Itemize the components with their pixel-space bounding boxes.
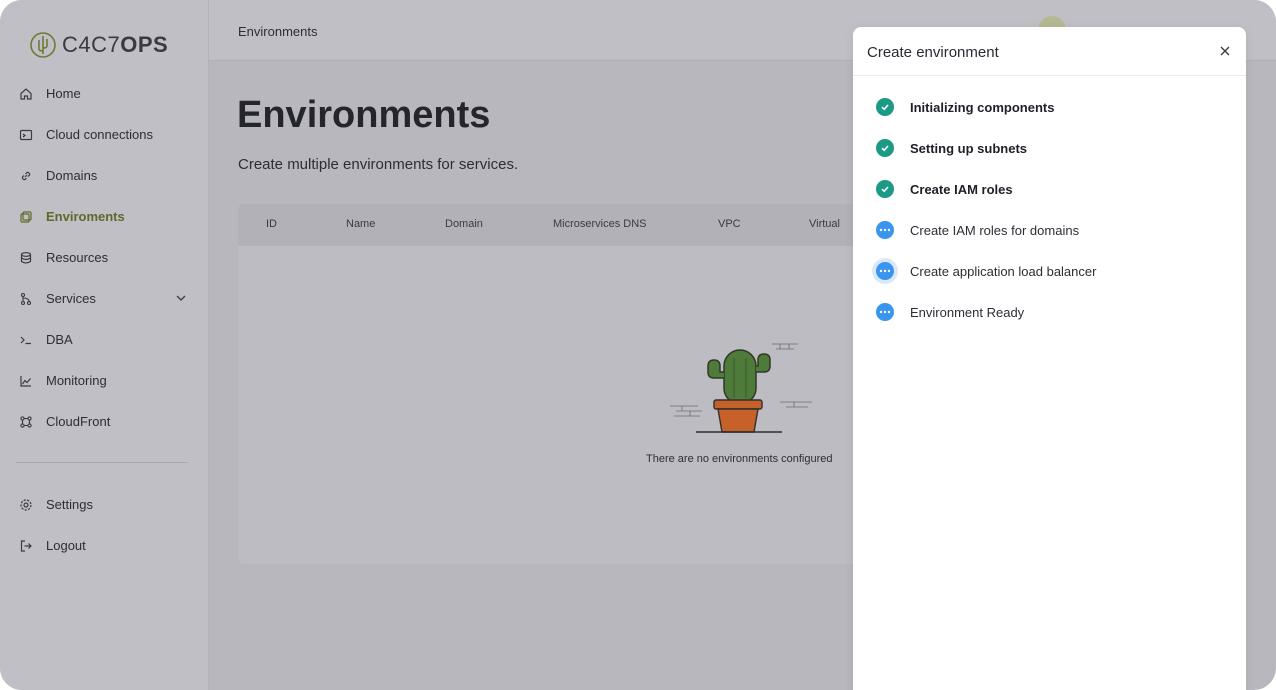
sidebar-item-cloudfront[interactable]: CloudFront bbox=[0, 401, 209, 442]
sidebar-item-logout[interactable]: Logout bbox=[0, 525, 209, 566]
chart-line-icon bbox=[18, 373, 34, 389]
chevron-down-icon[interactable] bbox=[175, 292, 187, 307]
sidebar-item-label: Home bbox=[46, 86, 81, 101]
sidebar-item-label: Services bbox=[46, 291, 96, 306]
git-branch-icon bbox=[18, 291, 34, 307]
breadcrumb: Environments bbox=[238, 24, 318, 39]
step-label: Environment Ready bbox=[910, 305, 1025, 320]
sidebar-item-enviroments[interactable]: Enviroments bbox=[0, 196, 209, 237]
ellipsis-icon bbox=[876, 221, 894, 239]
database-icon bbox=[18, 250, 34, 266]
step-label: Initializing components bbox=[910, 100, 1055, 115]
step-setting-up-subnets: Setting up subnets bbox=[853, 128, 1246, 169]
logo[interactable]: C4C7OPS bbox=[28, 30, 168, 60]
page-subtitle: Create multiple environments for service… bbox=[238, 156, 519, 173]
check-icon bbox=[876, 98, 894, 116]
logout-icon bbox=[18, 538, 34, 554]
step-label: Create IAM roles bbox=[910, 182, 1013, 197]
column-header-domain[interactable]: Domain bbox=[445, 218, 483, 230]
gear-icon bbox=[18, 497, 34, 513]
step-label: Setting up subnets bbox=[910, 141, 1027, 156]
app-window: C4C7OPS Home Cloud connections Domains E… bbox=[0, 0, 1276, 690]
check-icon bbox=[876, 180, 894, 198]
step-create-iam-roles-for-domains: Create IAM roles for domains bbox=[853, 210, 1246, 251]
prompt-icon bbox=[18, 332, 34, 348]
step-create-iam-roles: Create IAM roles bbox=[853, 169, 1246, 210]
check-icon bbox=[876, 139, 894, 157]
sidebar-item-monitoring[interactable]: Monitoring bbox=[0, 360, 209, 401]
sidebar-item-label: Settings bbox=[46, 497, 93, 512]
copy-icon bbox=[18, 209, 34, 225]
sidebar-item-settings[interactable]: Settings bbox=[0, 484, 209, 525]
create-environment-drawer: Create environment Initializing componen… bbox=[853, 27, 1246, 690]
drawer-title: Create environment bbox=[867, 44, 999, 61]
ellipsis-icon bbox=[876, 262, 894, 280]
column-header-microservices-dns[interactable]: Microservices DNS bbox=[553, 218, 647, 230]
close-icon[interactable] bbox=[1218, 44, 1232, 58]
sidebar: C4C7OPS Home Cloud connections Domains E… bbox=[0, 0, 209, 690]
sidebar-divider bbox=[16, 462, 188, 463]
step-initializing-components: Initializing components bbox=[853, 87, 1246, 128]
column-header-id[interactable]: ID bbox=[266, 218, 277, 230]
sidebar-item-dba[interactable]: DBA bbox=[0, 319, 209, 360]
sidebar-item-label: Resources bbox=[46, 250, 109, 265]
step-label: Create application load balancer bbox=[910, 264, 1097, 279]
step-environment-ready: Environment Ready bbox=[853, 292, 1246, 333]
step-label: Create IAM roles for domains bbox=[910, 223, 1080, 238]
empty-cactus-illustration bbox=[670, 343, 812, 433]
sidebar-item-resources[interactable]: Resources bbox=[0, 237, 209, 278]
cactus-logo-icon bbox=[30, 32, 56, 58]
sidebar-item-home[interactable]: Home bbox=[0, 73, 209, 114]
drawer-header: Create environment bbox=[853, 27, 1246, 76]
column-header-vpc[interactable]: VPC bbox=[718, 218, 741, 230]
column-header-name[interactable]: Name bbox=[346, 218, 375, 230]
sidebar-item-label: Enviroments bbox=[46, 209, 125, 224]
sidebar-nav: Home Cloud connections Domains Enviromen… bbox=[0, 73, 209, 442]
column-header-virtual[interactable]: Virtual bbox=[809, 218, 840, 230]
home-icon bbox=[18, 86, 34, 102]
nodes-icon bbox=[18, 414, 34, 430]
ellipsis-icon bbox=[876, 303, 894, 321]
terminal-window-icon bbox=[18, 127, 34, 143]
link-icon bbox=[18, 168, 34, 184]
sidebar-bottom-nav: Settings Logout bbox=[0, 484, 209, 566]
sidebar-item-label: CloudFront bbox=[46, 414, 111, 429]
sidebar-item-services[interactable]: Services bbox=[0, 278, 209, 319]
logo-text: C4C7OPS bbox=[62, 32, 169, 57]
page-title: Environments bbox=[237, 94, 491, 136]
sidebar-item-label: Logout bbox=[46, 538, 86, 553]
sidebar-item-label: Cloud connections bbox=[46, 127, 153, 142]
empty-state-message: There are no environments configured bbox=[646, 453, 833, 465]
progress-steps: Initializing components Setting up subne… bbox=[853, 87, 1246, 333]
sidebar-item-label: Domains bbox=[46, 168, 98, 183]
sidebar-item-label: DBA bbox=[46, 332, 73, 347]
sidebar-item-domains[interactable]: Domains bbox=[0, 155, 209, 196]
sidebar-item-cloud-connections[interactable]: Cloud connections bbox=[0, 114, 209, 155]
table-header: ID Name Domain Microservices DNS VPC Vir… bbox=[238, 204, 878, 246]
sidebar-item-label: Monitoring bbox=[46, 373, 107, 388]
step-create-application-load-balancer: Create application load balancer bbox=[853, 251, 1246, 292]
